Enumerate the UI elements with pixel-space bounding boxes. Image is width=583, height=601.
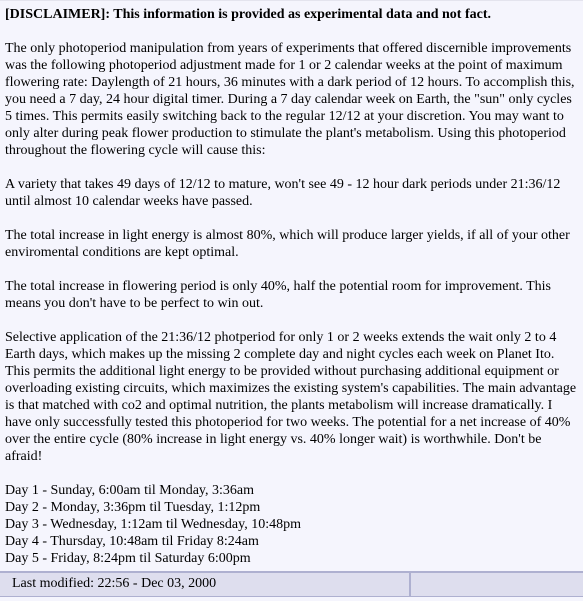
paragraph-selective-application: Selective application of the 21:36/12 ph… [5, 330, 577, 464]
paragraph-flowering-period: The total increase in flowering period i… [5, 279, 551, 311]
article-content: [DISCLAIMER]: This information is provid… [5, 6, 581, 567]
paragraph-variety: A variety that takes 49 days of 12/12 to… [5, 177, 561, 209]
schedule-item: Day 5 - Friday, 8:24pm til Saturday 6:00… [5, 551, 251, 566]
schedule-item: Day 1 - Sunday, 6:00am til Monday, 3:36a… [5, 483, 254, 498]
paragraph-light-energy: The total increase in light energy is al… [5, 228, 570, 260]
schedule-item: Day 2 - Monday, 3:36pm til Tuesday, 1:12… [5, 500, 261, 515]
page-bottom-margin [0, 597, 583, 601]
schedule-item: Day 3 - Wednesday, 1:12am til Wednesday,… [5, 517, 301, 532]
top-border [0, 0, 583, 1]
disclaimer-heading: [DISCLAIMER]: This information is provid… [5, 7, 492, 22]
footer-right-cell [411, 573, 583, 596]
last-modified: Last modified: 22:56 - Dec 03, 2000 [0, 573, 411, 596]
schedule-item: Day 4 - Thursday, 10:48am til Friday 8:2… [5, 534, 259, 549]
footer-bar: Last modified: 22:56 - Dec 03, 2000 [0, 571, 583, 597]
schedule-list: Day 1 - Sunday, 6:00am til Monday, 3:36a… [5, 482, 581, 567]
paragraph-intro: The only photoperiod manipulation from y… [5, 41, 575, 158]
